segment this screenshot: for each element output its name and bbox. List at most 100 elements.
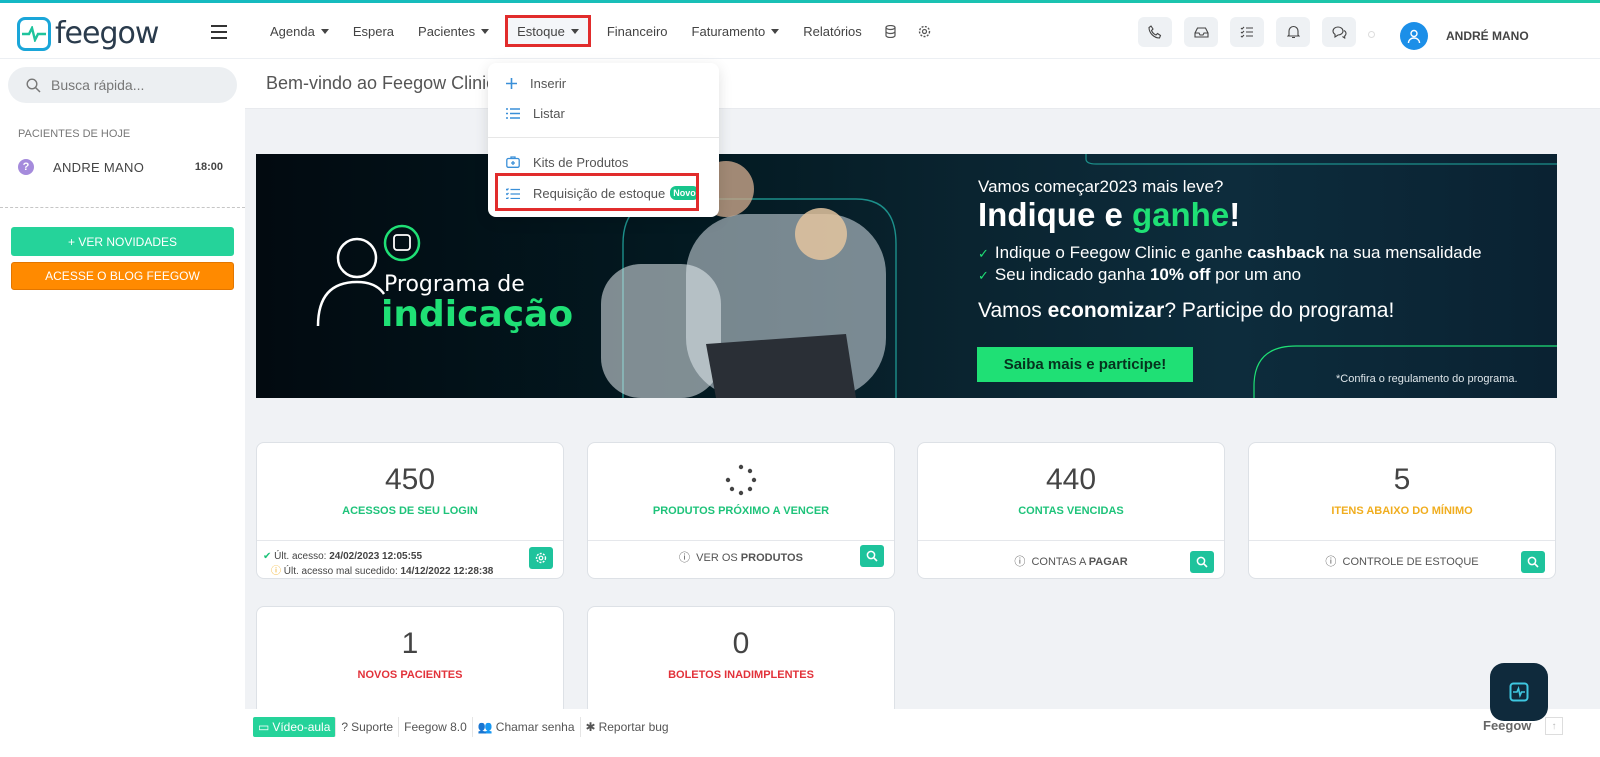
last-access-value: 24/02/2023 12:05:55 [329,551,423,562]
stat-value: 450 [384,463,436,496]
stat-value: 1 [401,627,419,660]
list-item[interactable]: ? ANDRE MANO 18:00 [18,159,223,175]
menu-item-kits[interactable]: Kits de Produtos [488,149,719,175]
nav-relatorios[interactable]: Relatórios [791,15,874,47]
check-circle-icon: ✔ [263,551,272,562]
database-icon[interactable] [884,24,898,38]
chat-icon[interactable] [1322,17,1356,47]
nav-label: Faturamento [691,23,766,39]
banner-program-title: indicação [381,294,574,335]
question-icon: ? [18,159,34,175]
menu-item-listar[interactable]: Listar [488,100,719,126]
menu-toggle-icon[interactable] [211,25,227,43]
support-button[interactable]: ? Suporte [336,717,400,737]
phone-icon[interactable] [1138,17,1172,47]
check-icon: ✓ [978,268,989,283]
loading-spinner [588,463,894,505]
nav-financeiro[interactable]: Financeiro [595,15,680,47]
stat-label: NOVOS PACIENTES [357,669,463,681]
users-icon: 👥 [477,720,493,734]
headline-part: ! [1229,196,1241,233]
footer-link[interactable]: ⓘ CONTAS A PAGAR [918,553,1224,569]
user-name[interactable]: ANDRÉ MANO [1446,29,1529,43]
caret-down-icon [481,28,490,34]
menu-item-inserir[interactable]: Inserir [488,70,719,96]
headline-highlight: ganhe [1132,196,1230,233]
cta-part: ? Participe do programa! [1164,299,1395,322]
bottom-bar: ▭ Vídeo-aula ? Suporte Feegow 8.0 👥 Chamar … [245,709,1600,757]
spinner-icon [725,464,757,496]
avatar[interactable] [1400,22,1428,50]
nav-estoque[interactable]: Estoque [505,15,591,47]
report-bug-button[interactable]: ✱ Reportar bug [581,717,674,737]
bullet-text: na sua mensalidade [1324,243,1482,262]
last-fail-row: ⓘ Últ. acesso mal sucedido: 14/12/2022 1… [263,564,493,579]
stat-label: ACESSOS DE SEU LOGIN [342,505,478,517]
feegow-chat-icon [1509,682,1529,702]
nav-faturamento[interactable]: Faturamento [680,15,792,47]
last-fail-label: Últ. acesso mal sucedido: [283,566,401,577]
video-icon: ▭ [258,720,270,734]
help-icon: ? [341,720,349,734]
nav-agenda[interactable]: Agenda [258,15,341,47]
video-lesson-button[interactable]: ▭ Vídeo-aula [253,717,337,737]
chat-widget-button[interactable] [1490,663,1548,721]
caret-down-icon [771,28,780,34]
nav-label: Estoque [517,23,565,39]
menu-item-label: Inserir [530,75,567,91]
estoque-dropdown-menu: Inserir Listar Kits de Produtos Requisiç… [488,63,719,217]
search-button[interactable] [860,545,884,567]
search-icon [1196,556,1208,568]
gear-icon[interactable] [918,24,932,38]
stat-value: 440 [1045,463,1097,496]
settings-button[interactable] [529,547,553,569]
banner-bullet: ✓ Seu indicado ganha 10% off por um ano [978,265,1301,285]
menu-item-label: Listar [533,105,565,121]
footer-link[interactable]: ⓘ CONTROLE DE ESTOQUE [1249,553,1555,569]
bottom-label: Suporte [351,720,394,734]
stat-card-logins: 450 ACESSOS DE SEU LOGIN ✔ Últ. acesso: … [256,442,564,579]
search-icon [1527,556,1539,568]
nav-label: Espera [352,23,395,39]
bell-icon[interactable] [1276,17,1310,47]
stat-card-bills: 440 CONTAS VENCIDAS ⓘ CONTAS A PAGAR [917,442,1225,579]
banner-headline: Indique e ganhe! [978,196,1240,234]
checklist-icon[interactable] [1230,17,1264,47]
card-footer: ⓘ CONTAS A PAGAR [918,540,1224,580]
search-icon [26,77,41,93]
banner-cta-button[interactable]: Saiba mais e participe! [977,347,1193,382]
news-button[interactable]: + VER NOVIDADES [11,227,234,256]
plus-icon [506,77,517,89]
search-button[interactable] [1190,551,1214,573]
promo-banner[interactable]: Programa de indicação Vamos começar2023 … [256,154,1557,398]
card-footer: ⓘ VER OS PRODUTOS [588,540,894,580]
bottom-label: Reportar bug [598,720,669,734]
menu-divider [488,137,719,138]
stat-label: BOLETOS INADIMPLENTES [668,669,814,681]
stat-card-new-patients: 1 NOVOS PACIENTES [256,606,564,716]
bottom-label: Vídeo-aula [272,720,331,734]
check-icon: ✓ [978,246,989,261]
nav-espera[interactable]: Espera [341,15,406,47]
footer-text: VER OS [696,552,741,564]
caret-down-icon [320,28,329,34]
search-button[interactable] [1521,551,1545,573]
footer-link[interactable]: ⓘ VER OS PRODUTOS [588,549,894,565]
banner-note: *Confira o regulamento do programa. [1336,373,1518,385]
blog-button[interactable]: ACESSE O BLOG FEEGOW [11,262,234,290]
bullet-text: por um ano [1210,265,1302,284]
last-access-row: ✔ Últ. acesso: 24/02/2023 12:05:55 [263,549,493,564]
status-dot [1368,31,1375,38]
search-input[interactable] [51,77,221,93]
inbox-icon[interactable] [1184,17,1218,47]
bullet-strong: 10% off [1149,265,1211,284]
card-footer: ✔ Últ. acesso: 24/02/2023 12:05:55 ⓘ Últ… [257,540,563,580]
call-ticket-button[interactable]: 👥 Chamar senha [473,717,581,737]
nav-pacientes[interactable]: Pacientes [406,15,501,47]
bullet-text: Indique o Feegow Clinic e ganhe [994,243,1248,262]
scroll-top-icon[interactable]: ↑ [1545,717,1563,735]
logo[interactable]: feegow [17,16,159,51]
stat-value: 5 [1393,463,1411,496]
patient-time: 18:00 [194,161,223,173]
search-icon [866,550,878,562]
